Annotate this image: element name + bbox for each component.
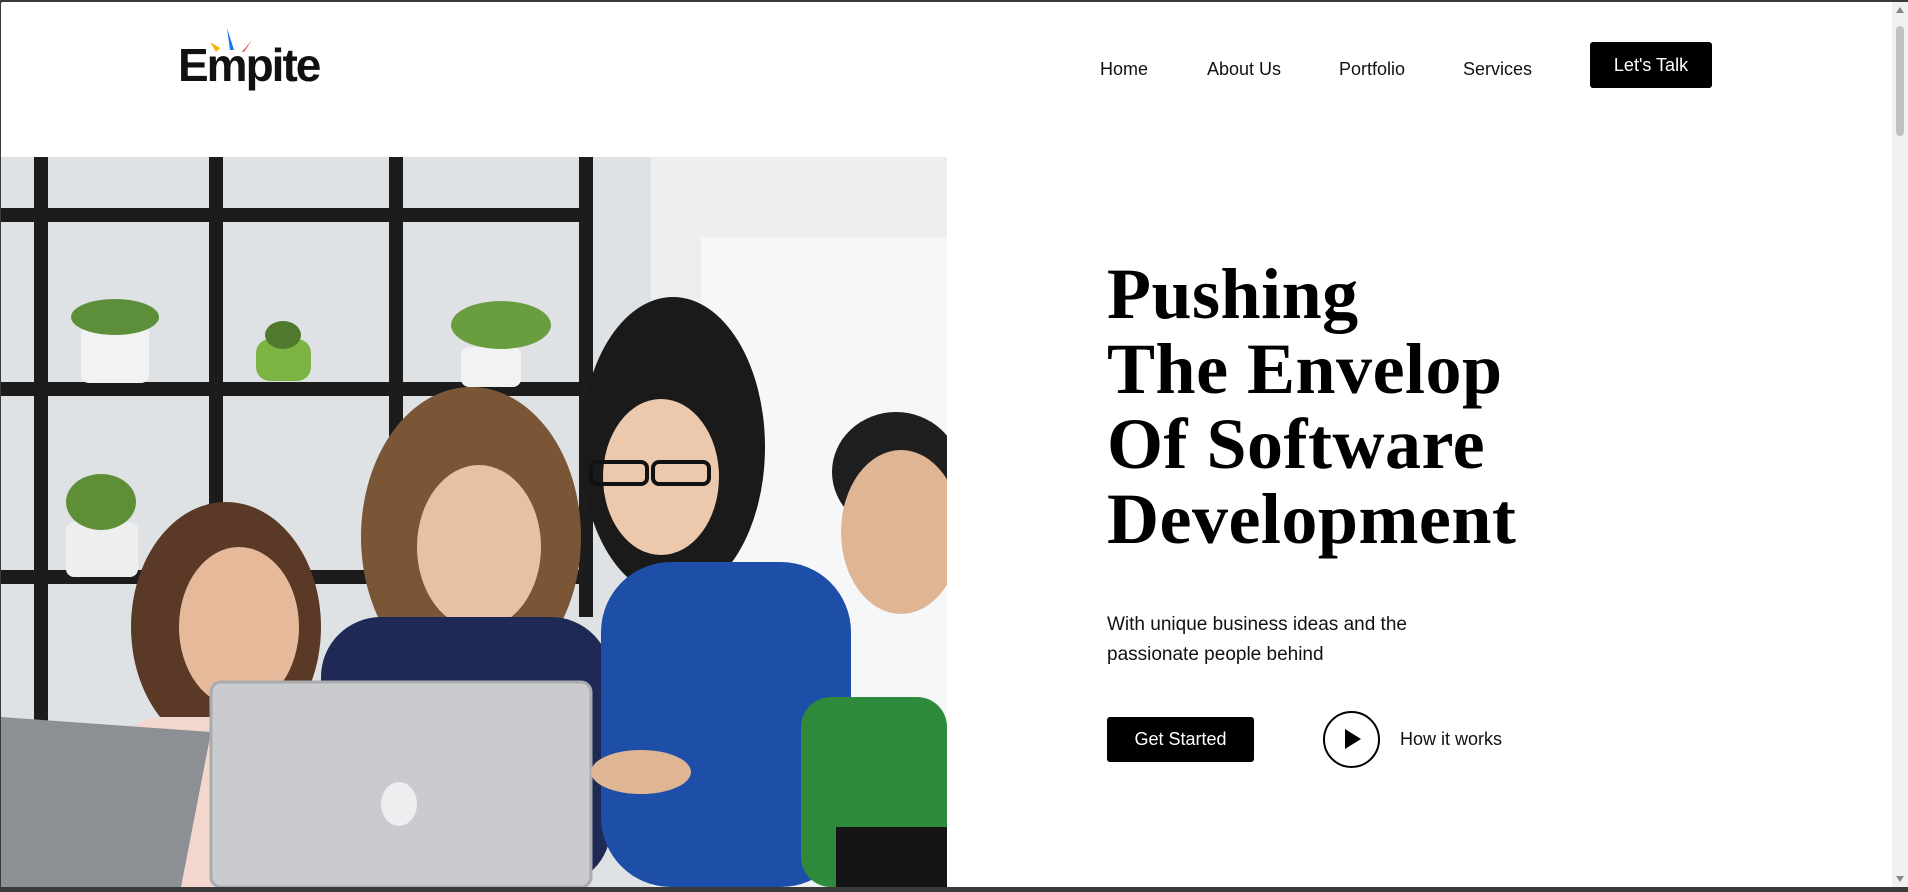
headline-line-3: Of Software — [1107, 404, 1486, 484]
get-started-button[interactable]: Get Started — [1107, 717, 1254, 762]
team-photo-illustration — [1, 157, 947, 887]
nav-about-us[interactable]: About Us — [1207, 59, 1281, 80]
hero-headline: Pushing The Envelop Of Software Developm… — [1107, 257, 1516, 557]
play-icon[interactable] — [1323, 710, 1380, 768]
brand-logo[interactable]: Empite — [178, 28, 321, 90]
nav-home[interactable]: Home — [1100, 59, 1148, 80]
scroll-up-icon[interactable] — [1892, 2, 1908, 18]
headline-line-1: Pushing — [1107, 254, 1359, 334]
scroll-thumb[interactable] — [1896, 26, 1904, 136]
headline-line-2: The Envelop — [1107, 329, 1503, 409]
headline-line-4: Development — [1107, 479, 1517, 559]
lets-talk-button[interactable]: Let's Talk — [1590, 42, 1712, 88]
how-it-works-button[interactable]: How it works — [1323, 708, 1502, 770]
scroll-down-icon[interactable] — [1892, 871, 1908, 887]
nav-portfolio[interactable]: Portfolio — [1339, 59, 1405, 80]
brand-name: Empite — [178, 39, 321, 91]
site-header: Empite Home About Us Portfolio Services … — [1, 2, 1893, 157]
how-it-works-label: How it works — [1400, 728, 1503, 749]
hero-subtitle: With unique business ideas and the passi… — [1107, 614, 1407, 665]
nav-services[interactable]: Services — [1463, 59, 1532, 80]
hero-team-photo — [1, 157, 947, 887]
browser-viewport: Empite Home About Us Portfolio Services … — [1, 2, 1893, 887]
vertical-scrollbar[interactable] — [1892, 2, 1908, 887]
